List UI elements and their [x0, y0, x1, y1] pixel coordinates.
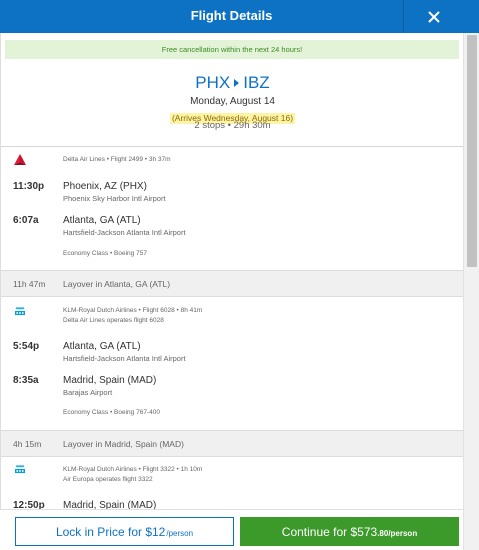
- lock-price-per: /person: [166, 528, 194, 538]
- lock-price-button[interactable]: Lock in Price for $12/person: [15, 517, 234, 546]
- arrive-time: 8:35a: [13, 375, 39, 386]
- segment-info: Delta Air Lines • Flight 2499 • 3h 37m: [63, 156, 171, 163]
- cabin-info: Economy Class • Boeing 767-400: [63, 409, 160, 416]
- arrive-airport: Barajas Airport: [63, 388, 113, 397]
- footer-bar: Lock in Price for $12/person Continue fo…: [0, 509, 463, 550]
- klm-logo-icon: [15, 464, 25, 473]
- scrollbar[interactable]: [463, 33, 479, 550]
- segment-info: KLM-Royal Dutch Airlines • Flight 3322 •…: [63, 466, 203, 473]
- arrive-airport: Hartsfield-Jackson Atlanta Intl Airport: [63, 228, 186, 237]
- depart-time: 11:30p: [13, 181, 45, 192]
- close-icon: [427, 10, 440, 23]
- delta-logo-icon: [14, 154, 26, 165]
- flight-details-panel[interactable]: Free cancellation within the next 24 hou…: [0, 33, 463, 509]
- continue-label: Continue for $573: [281, 524, 378, 539]
- depart-airport: Hartsfield-Jackson Atlanta Intl Airport: [63, 354, 186, 363]
- arrive-time: 6:07a: [13, 215, 39, 226]
- page-title: Flight Details: [190, 8, 273, 23]
- depart-time: 5:54p: [13, 341, 40, 352]
- destination-code: IBZ: [243, 73, 270, 92]
- stops-duration: 2 stops • 29h 30m: [194, 120, 271, 131]
- layover-row: 11h 47m Layover in Atlanta, GA (ATL): [1, 270, 463, 297]
- scrollbar-thumb[interactable]: [467, 35, 477, 267]
- depart-place: Atlanta, GA (ATL): [63, 341, 141, 352]
- origin-code: PHX: [195, 73, 231, 92]
- arrive-place: Atlanta, GA (ATL): [63, 215, 141, 226]
- header-bar: Flight Details: [0, 0, 479, 33]
- free-cancellation-banner: Free cancellation within the next 24 hou…: [5, 40, 459, 59]
- divider: [1, 146, 463, 147]
- layover-label: Layover in Atlanta, GA (ATL): [63, 279, 171, 289]
- depart-airport: Phoenix Sky Harbor Intl Airport: [63, 194, 166, 203]
- continue-cents: .80: [377, 528, 389, 538]
- lock-price-label: Lock in Price for $12: [55, 524, 166, 539]
- klm-logo-icon: [15, 306, 25, 315]
- operated-by: Delta Air Lines operates flight 6028: [63, 317, 164, 324]
- arrive-place: Madrid, Spain (MAD): [63, 375, 157, 386]
- operated-by: Air Europa operates flight 3322: [63, 476, 153, 483]
- departure-date: Monday, August 14: [190, 96, 275, 107]
- segment-info: KLM-Royal Dutch Airlines • Flight 6028 •…: [63, 307, 203, 314]
- layover-label: Layover in Madrid, Spain (MAD): [63, 439, 184, 449]
- moon-icon: [15, 198, 20, 206]
- cabin-info: Economy Class • Boeing 757: [63, 250, 147, 257]
- depart-place: Madrid, Spain (MAD): [63, 500, 157, 509]
- route-arrow-icon: [234, 78, 240, 87]
- depart-time: 12:50p: [13, 500, 45, 509]
- close-button[interactable]: [403, 0, 463, 33]
- route-summary: PHX IBZ: [1, 73, 463, 93]
- continue-button[interactable]: Continue for $573.80/person: [240, 517, 459, 546]
- layover-duration: 11h 47m: [13, 279, 46, 289]
- depart-place: Phoenix, AZ (PHX): [63, 181, 147, 192]
- continue-per: /person: [388, 528, 418, 538]
- layover-row: 4h 15m Layover in Madrid, Spain (MAD): [1, 430, 463, 457]
- layover-duration: 4h 15m: [13, 439, 42, 449]
- moon-icon: [15, 358, 20, 366]
